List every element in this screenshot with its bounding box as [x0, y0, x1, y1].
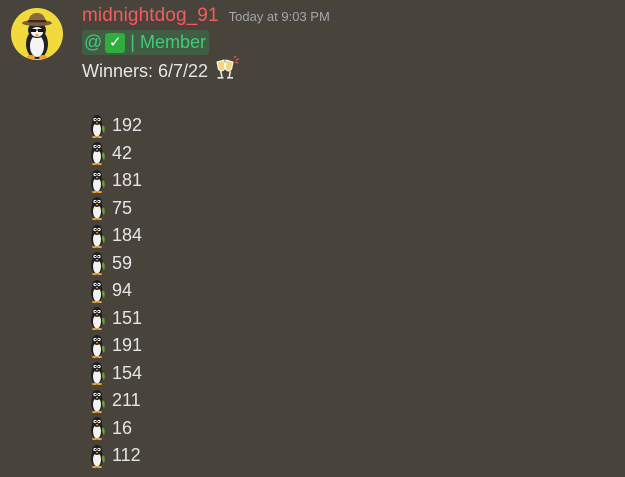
- list-item-value: 192: [112, 115, 143, 136]
- list-item-value: 59: [112, 252, 133, 273]
- list-item: 192: [82, 112, 602, 140]
- list-item-value: 151: [112, 307, 143, 328]
- list-item-value: 112: [112, 445, 141, 466]
- penguin-icon: [86, 279, 108, 303]
- penguin-icon: [86, 114, 108, 138]
- penguin-icon: [86, 169, 108, 193]
- list-item-value: 184: [112, 225, 143, 246]
- list-item: 94: [82, 277, 602, 305]
- list-item: 151: [82, 305, 602, 333]
- penguin-icon: [86, 306, 108, 331]
- penguin-icon: [86, 141, 108, 166]
- penguin-icon: [86, 389, 108, 413]
- list-item: 191: [82, 332, 602, 360]
- mention-role: | Member: [130, 32, 206, 52]
- list-item: 59: [82, 250, 602, 278]
- chat-message: midnightdog_91 Today at 9:03 PM @ ✓ | Me…: [0, 0, 625, 477]
- winner-list: 192 42 181 75 184 59 94 151 191 154 211 16 112: [82, 112, 602, 470]
- list-item-value: 211: [112, 390, 141, 411]
- user-avatar[interactable]: [11, 8, 63, 60]
- penguin-icon: [86, 334, 108, 358]
- penguin-icon: [86, 361, 108, 386]
- penguin-icon: [86, 251, 108, 276]
- winners-label: Winners: 6/7/22: [82, 61, 209, 81]
- list-item: 75: [82, 195, 602, 223]
- list-item-value: 42: [112, 142, 133, 163]
- timestamp[interactable]: Today at 9:03 PM: [229, 9, 330, 24]
- penguin-with-hat-avatar-icon: [22, 13, 52, 59]
- list-item-value: 16: [112, 417, 133, 438]
- list-item: 184: [82, 222, 602, 250]
- list-item: 42: [82, 140, 602, 168]
- clinking-glasses-icon: [214, 55, 240, 87]
- penguin-icon: [86, 444, 108, 468]
- list-item: 16: [82, 415, 602, 443]
- check-mark-icon: ✓: [105, 32, 126, 53]
- list-item: 181: [82, 167, 602, 195]
- username[interactable]: midnightdog_91: [82, 5, 219, 27]
- list-item: 211: [82, 387, 602, 415]
- penguin-icon: [86, 416, 108, 441]
- penguin-icon: [86, 196, 108, 221]
- penguin-icon: [86, 224, 108, 248]
- list-item-value: 191: [112, 335, 143, 356]
- winners-line: Winners: 6/7/22: [82, 55, 602, 87]
- list-item-value: 75: [112, 197, 133, 218]
- list-item-value: 94: [112, 280, 133, 301]
- role-mention[interactable]: @ ✓ | Member: [82, 30, 209, 55]
- message-header: midnightdog_91 Today at 9:03 PM: [82, 5, 330, 29]
- message-content: @ ✓ | Member Winners: 6/7/22 192 42 181 75 1…: [82, 30, 602, 470]
- list-item: 154: [82, 360, 602, 388]
- list-item-value: 181: [112, 170, 143, 191]
- list-item: 112: [82, 442, 602, 470]
- mention-prefix: @: [84, 32, 103, 52]
- list-item-value: 154: [112, 362, 143, 383]
